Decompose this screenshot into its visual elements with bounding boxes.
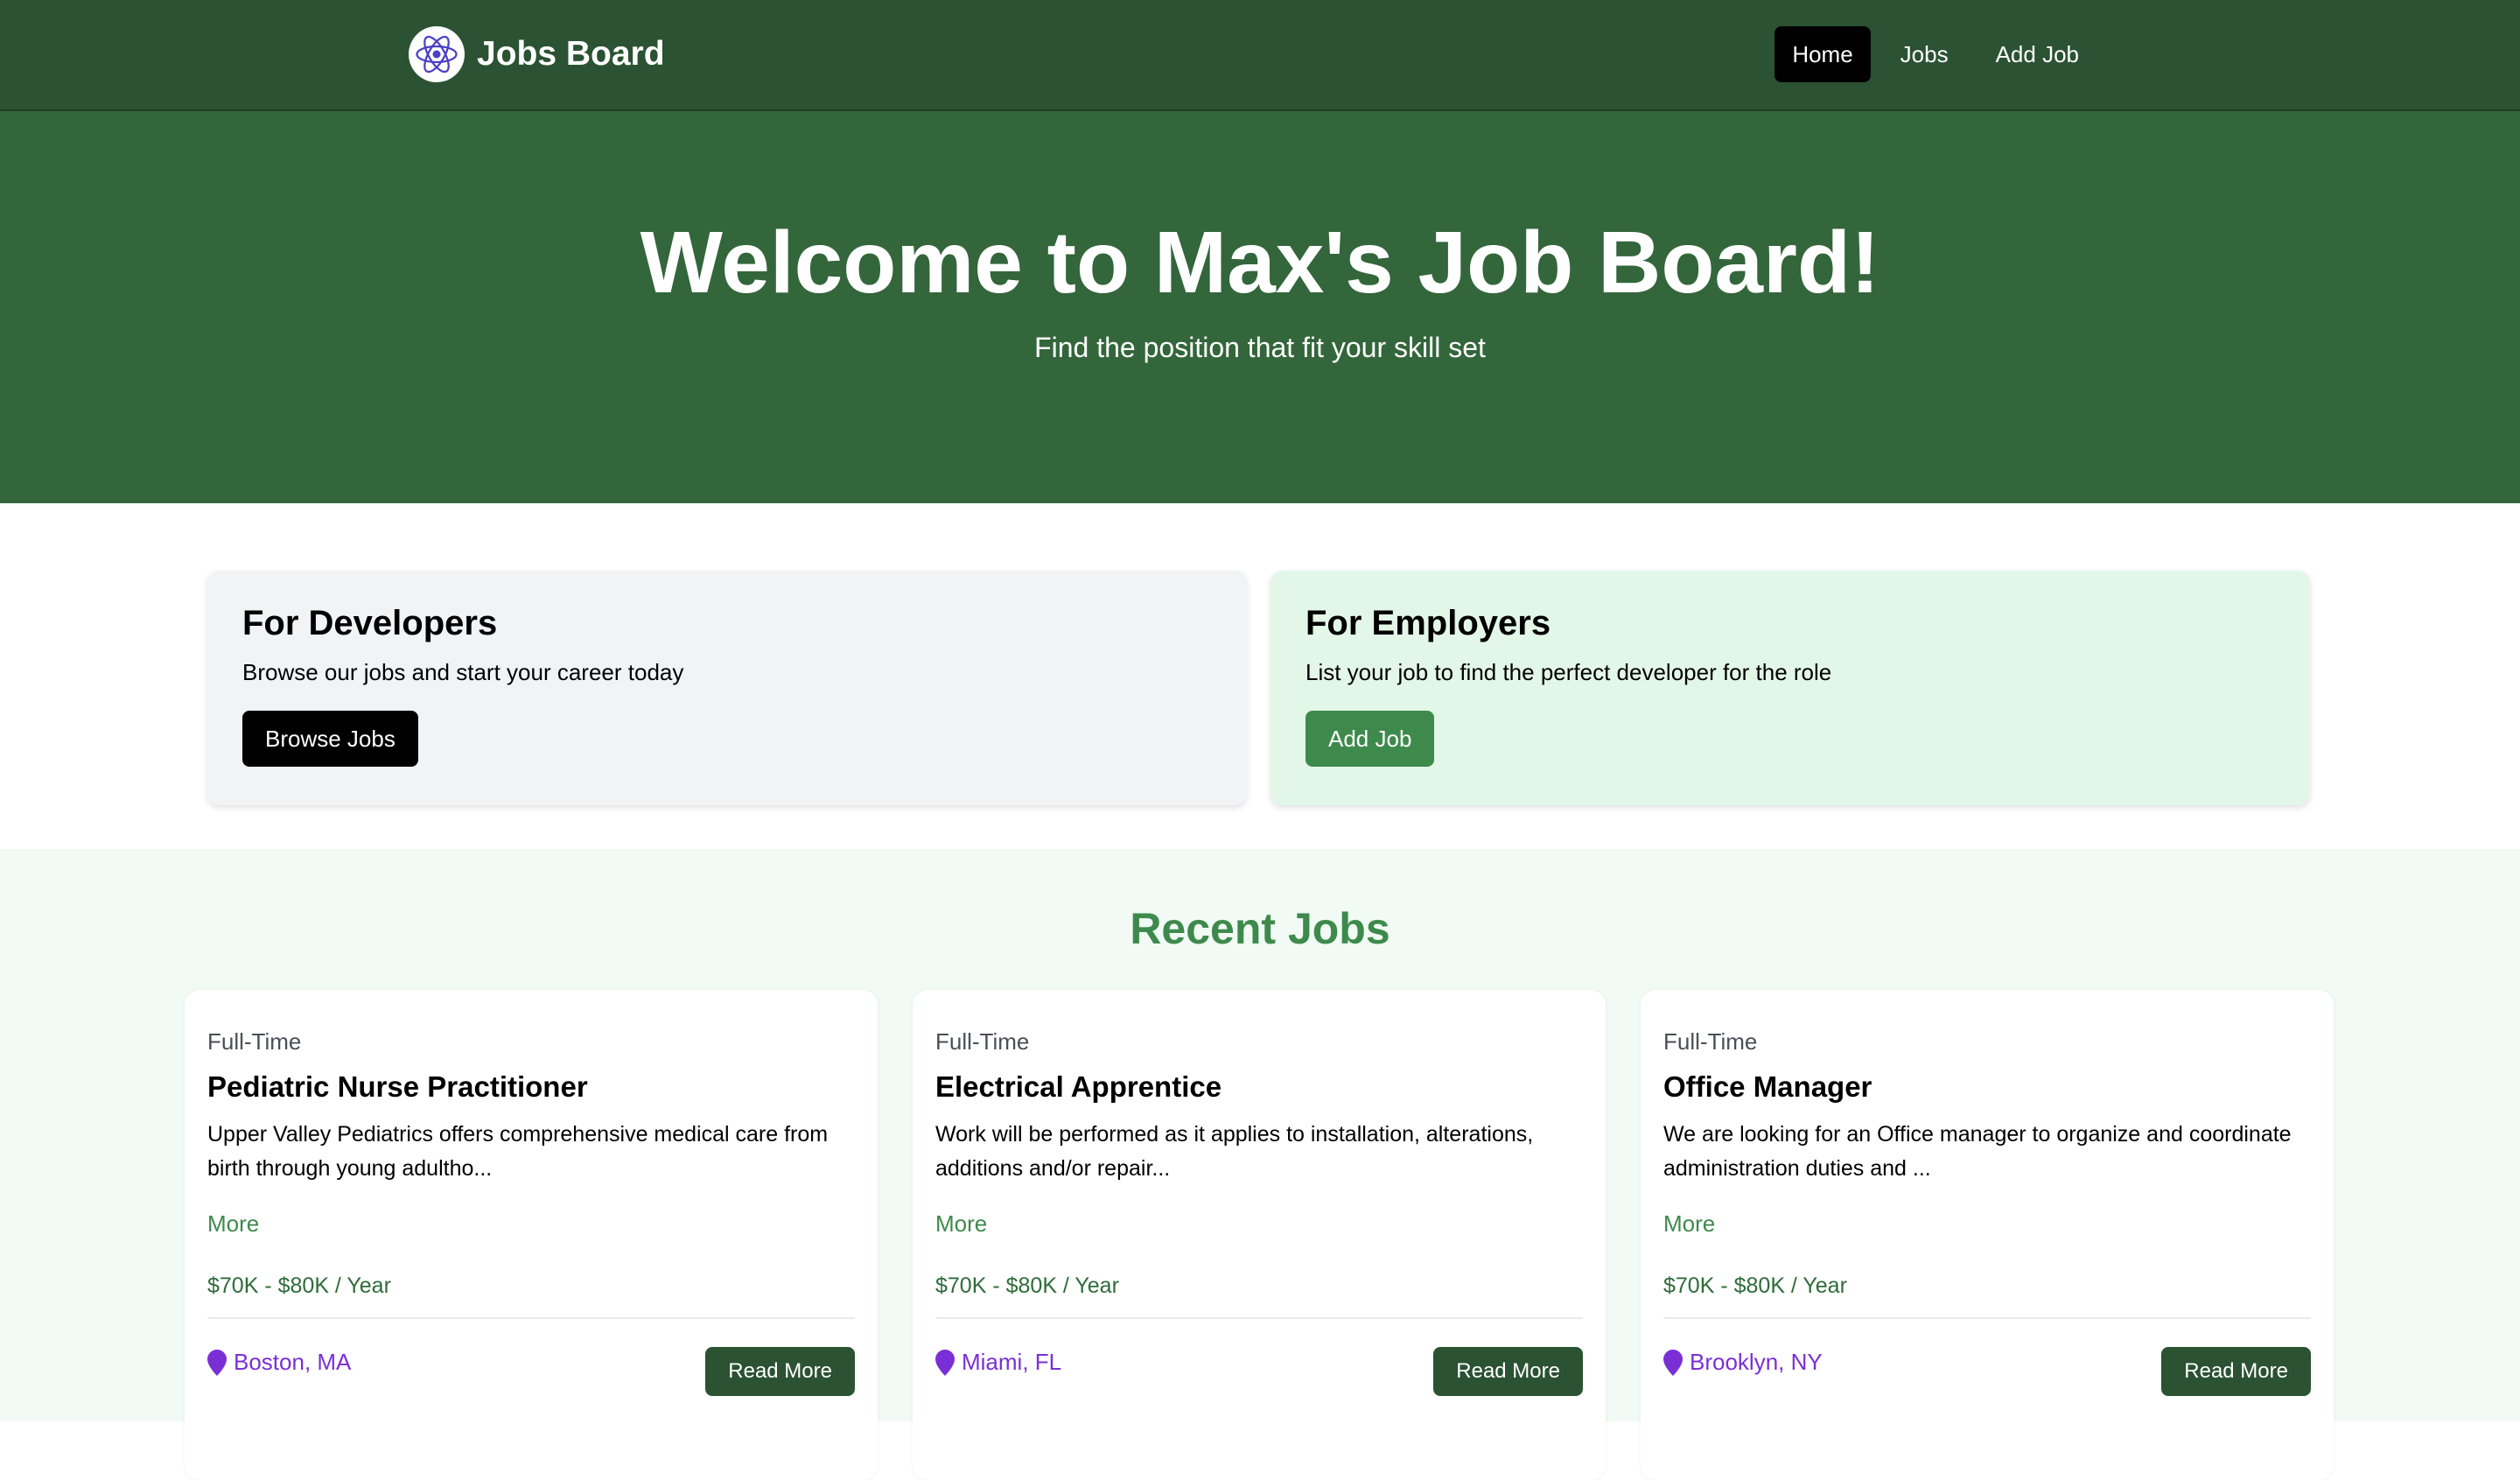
job-salary: $70K - $80K / Year — [935, 1273, 1119, 1298]
recent-jobs-section: Recent Jobs Full-Time Pediatric Nurse Pr… — [0, 849, 2520, 1480]
read-more-button[interactable]: Read More — [1433, 1347, 1583, 1396]
job-location-text: Boston, MA — [234, 1349, 352, 1375]
job-title: Office Manager — [1663, 1070, 1872, 1103]
employers-card-title: For Employers — [1306, 604, 1551, 642]
add-job-button[interactable]: Add Job — [1306, 711, 1435, 767]
hero-subtitle: Find the position that fit your skill se… — [1034, 332, 1486, 363]
recent-jobs-heading: Recent Jobs — [1130, 904, 1390, 953]
job-type: Full-Time — [935, 1028, 1030, 1055]
map-pin-icon — [935, 1349, 955, 1376]
job-card: Full-Time Electrical Apprentice Work wil… — [913, 990, 1606, 1480]
job-title: Pediatric Nurse Practitioner — [207, 1070, 588, 1103]
job-more-link[interactable]: More — [1663, 1210, 1715, 1238]
top-navbar: Jobs Board Home Jobs Add Job — [0, 0, 2520, 111]
employers-card-text: List your job to find the perfect develo… — [1306, 659, 1832, 685]
job-more-link[interactable]: More — [207, 1210, 259, 1238]
job-divider — [935, 1317, 1583, 1319]
nav-add-job-link[interactable]: Add Job — [1978, 26, 2096, 82]
job-salary: $70K - $80K / Year — [1663, 1273, 1847, 1298]
job-card: Full-Time Office Manager We are looking … — [1641, 990, 2334, 1480]
job-description: We are looking for an Office manager to … — [1663, 1122, 2292, 1181]
job-type: Full-Time — [1663, 1028, 1758, 1055]
map-pin-icon — [1663, 1349, 1683, 1376]
job-divider — [207, 1317, 855, 1319]
job-divider — [1663, 1317, 2311, 1319]
developers-card-title: For Developers — [242, 604, 498, 642]
employers-card: For Employers List your job to find the … — [1270, 571, 2310, 805]
nav-links: Home Jobs Add Job — [1774, 26, 2096, 82]
job-location-text: Miami, FL — [962, 1349, 1062, 1375]
nav-jobs-link[interactable]: Jobs — [1883, 26, 1966, 82]
developers-card: For Developers Browse our jobs and start… — [207, 571, 1247, 805]
brand-link[interactable]: Jobs Board — [409, 26, 665, 82]
job-location: Miami, FL — [935, 1349, 1061, 1376]
read-more-button[interactable]: Read More — [2161, 1347, 2311, 1396]
read-more-button[interactable]: Read More — [705, 1347, 855, 1396]
job-location: Boston, MA — [207, 1349, 351, 1376]
job-location-text: Brooklyn, NY — [1690, 1349, 1823, 1375]
job-location: Brooklyn, NY — [1663, 1349, 1823, 1376]
job-title: Electrical Apprentice — [935, 1070, 1222, 1103]
hero-title: Welcome to Max's Job Board! — [640, 214, 1880, 312]
map-pin-icon — [207, 1349, 227, 1376]
nav-home-link[interactable]: Home — [1774, 26, 1871, 82]
brand-name: Jobs Board — [477, 35, 665, 73]
job-card: Full-Time Pediatric Nurse Practitioner U… — [185, 990, 878, 1480]
job-more-link[interactable]: More — [935, 1210, 987, 1238]
job-type: Full-Time — [207, 1028, 302, 1055]
hero-section: Welcome to Max's Job Board! Find the pos… — [0, 111, 2520, 503]
react-atom-icon — [409, 26, 465, 82]
job-salary: $70K - $80K / Year — [207, 1273, 391, 1298]
job-description: Work will be performed as it applies to … — [935, 1122, 1534, 1181]
job-description: Upper Valley Pediatrics offers comprehen… — [207, 1122, 829, 1181]
audience-cards: For Developers Browse our jobs and start… — [0, 503, 2520, 849]
browse-jobs-button[interactable]: Browse Jobs — [242, 711, 418, 767]
developers-card-text: Browse our jobs and start your career to… — [242, 659, 684, 685]
